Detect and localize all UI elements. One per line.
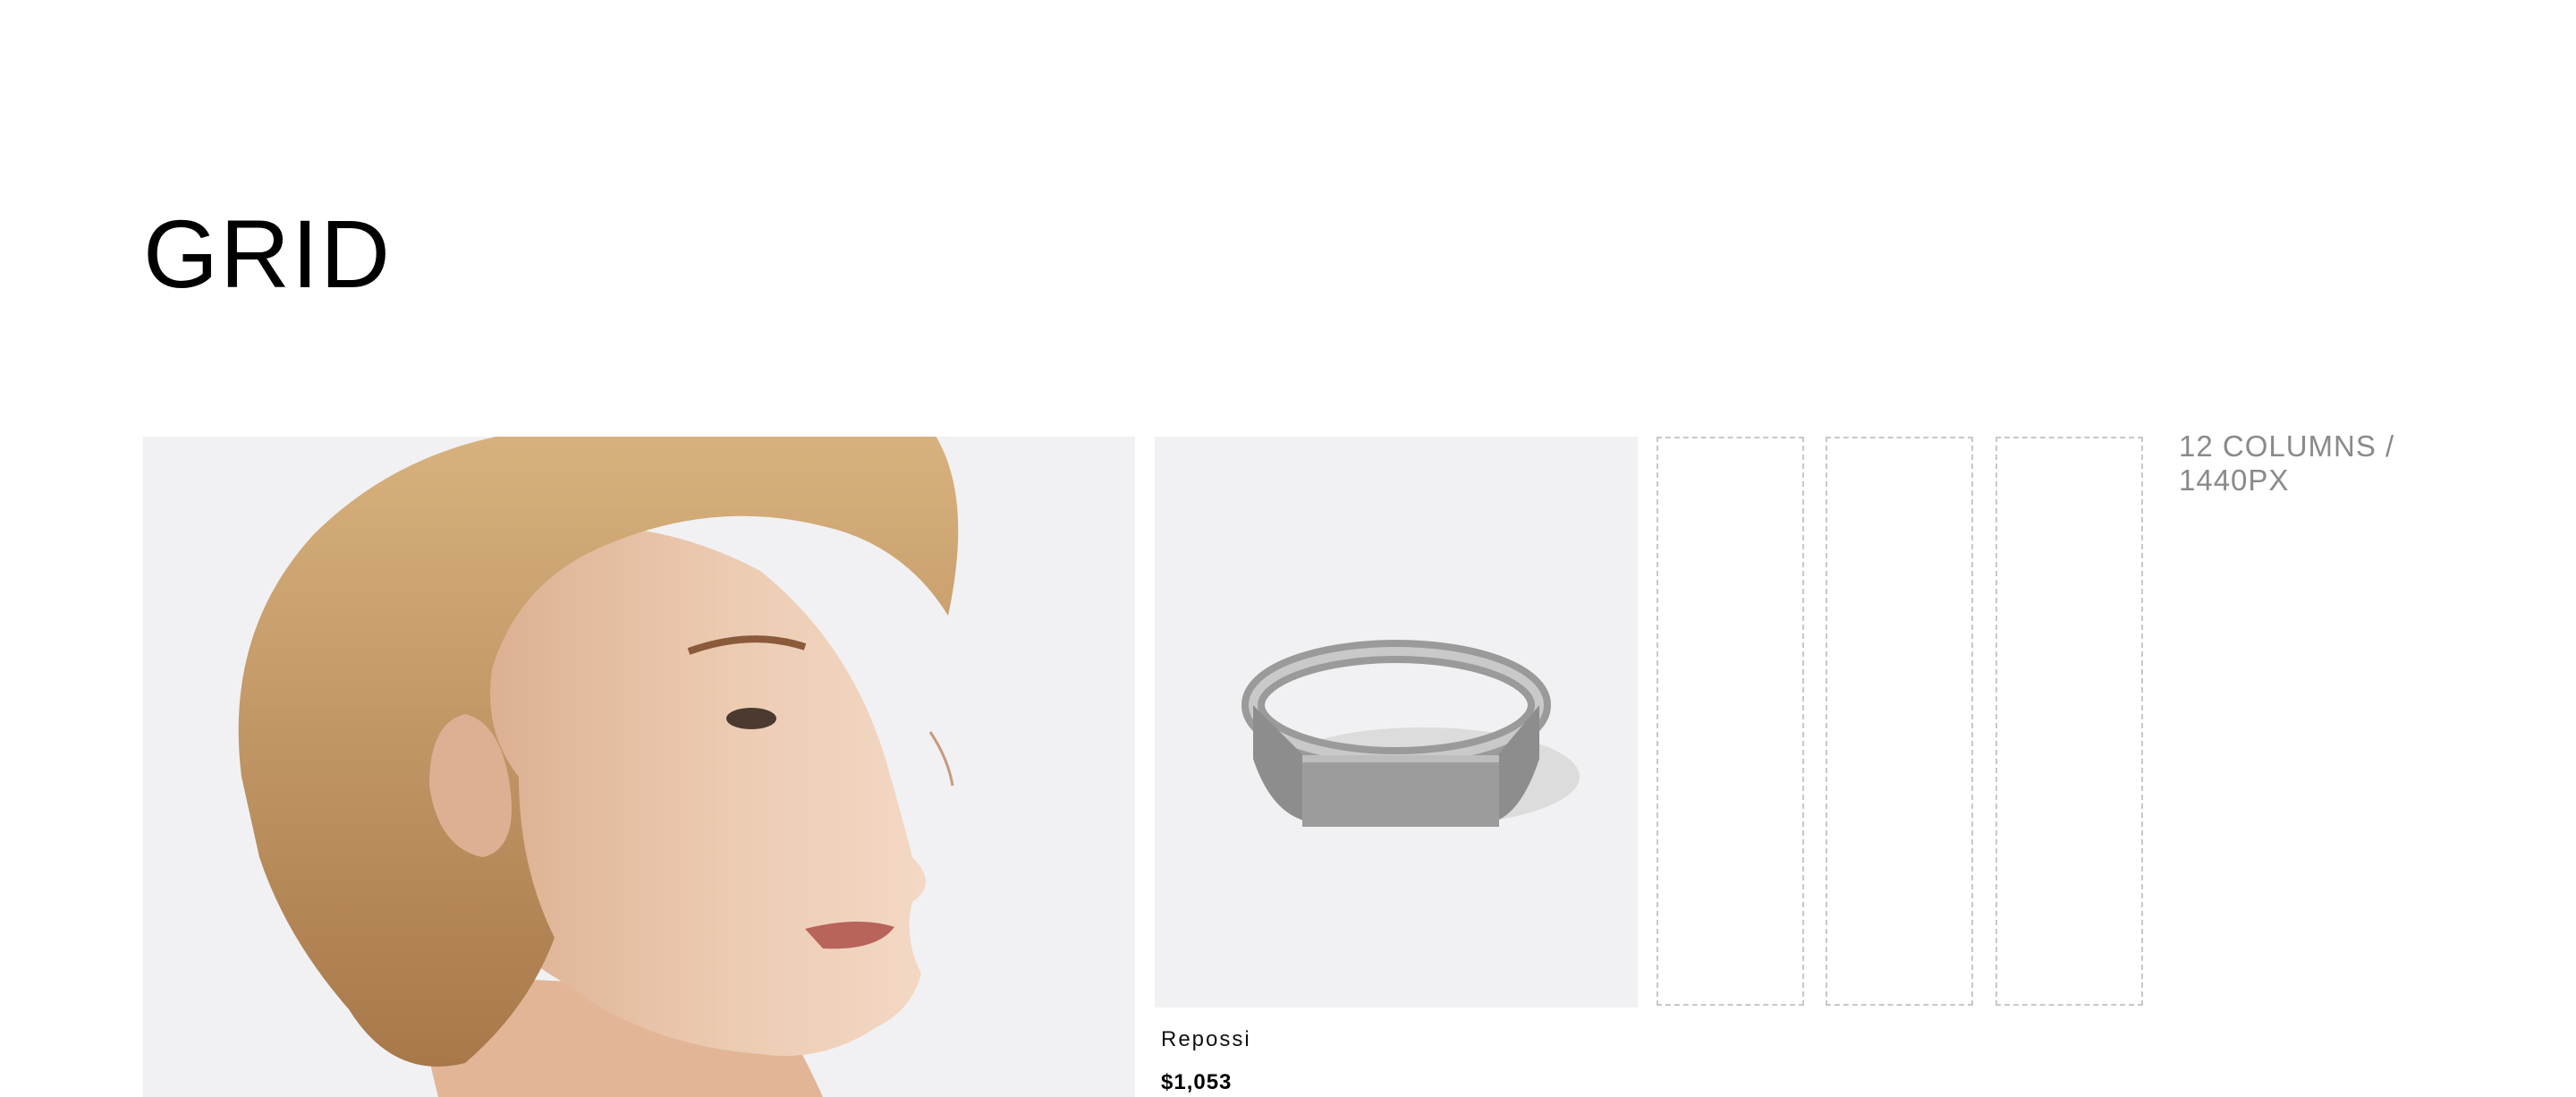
grid-column-placeholder [1657, 437, 1804, 1006]
grid-caption: 12 COLUMNS / 1440PX [2179, 429, 2395, 497]
grid-column-placeholder [1996, 437, 2143, 1006]
page-title: GRID [143, 200, 392, 308]
hero-portrait-image [143, 437, 1135, 1097]
product-name[interactable]: Repossi [1161, 1027, 1251, 1052]
product-image-ring[interactable] [1155, 437, 1638, 1008]
product-card[interactable]: Repossi $1,053 [1155, 437, 1638, 1097]
grid-column-placeholder [1826, 437, 1973, 1006]
product-price: $1,053 [1161, 1070, 1233, 1094]
